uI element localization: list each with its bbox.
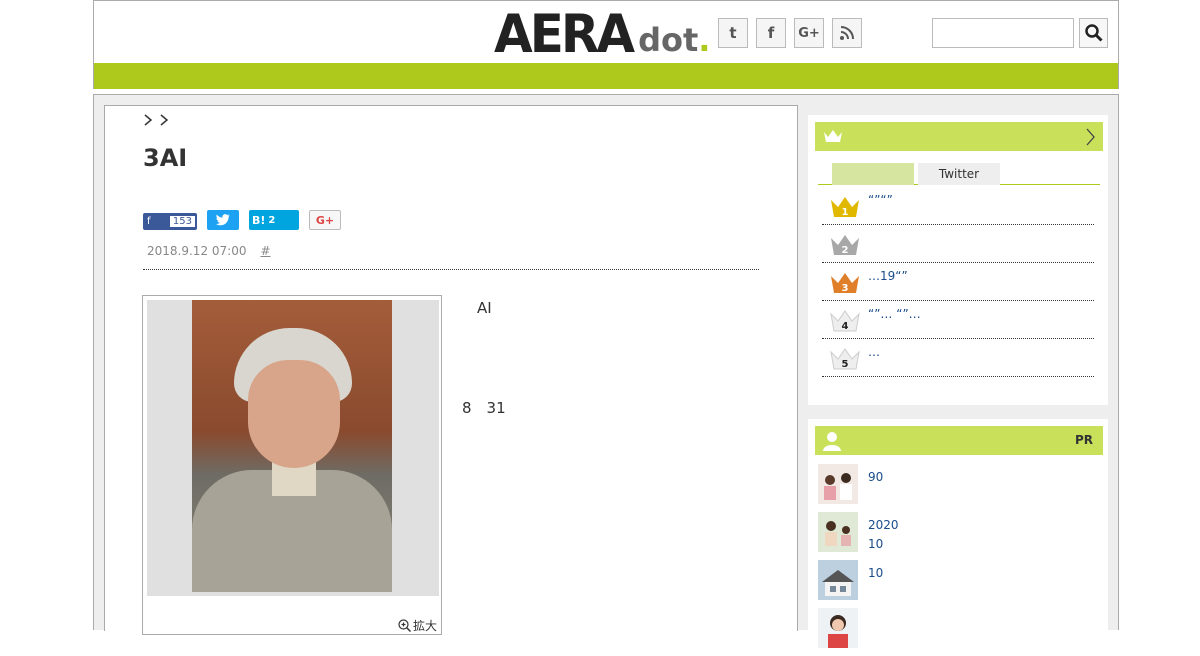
divider xyxy=(143,269,759,270)
pr-list: 90 2020 10 10 xyxy=(818,464,1098,656)
rss-glyph xyxy=(840,26,854,40)
ranking-header[interactable] xyxy=(815,122,1103,151)
pr-label: PR xyxy=(1074,433,1093,447)
pr-item-title: 90 xyxy=(868,470,884,484)
breadcrumb xyxy=(143,114,169,126)
ranking-item-title: … xyxy=(868,345,880,359)
header-social-links: t f G+ xyxy=(718,18,862,48)
crown-icon xyxy=(824,130,842,142)
pr-header: PR xyxy=(815,426,1103,455)
svg-text:4: 4 xyxy=(842,321,849,332)
publish-date: 2018.9.12 07:00 xyxy=(147,244,247,258)
ranking-item[interactable]: 5 … xyxy=(822,339,1094,377)
ranking-widget: Twitter 1 “”“” 2 3 …19“” 4 “”… “”… 5 … xyxy=(808,115,1108,405)
hatena-icon: B! xyxy=(252,213,266,227)
nav-bar xyxy=(93,63,1119,89)
share-buttons: f 153 B! 2 G+ xyxy=(143,210,341,230)
twitter-share-button[interactable] xyxy=(207,210,239,230)
article-body: AI 8 31 xyxy=(462,296,762,446)
search-button[interactable] xyxy=(1079,18,1108,48)
facebook-icon[interactable]: f xyxy=(756,18,786,48)
article-photo[interactable]: 拡大 xyxy=(142,295,442,635)
zoom-label: 拡大 xyxy=(412,619,437,633)
pr-widget: PR 90 2020 10 10 xyxy=(808,419,1108,648)
twitter-icon[interactable]: t xyxy=(718,18,748,48)
page: AERA dot. t f G+ 3AI f 153 B! 2 G+ 2018.… xyxy=(93,0,1119,648)
svg-text:5: 5 xyxy=(842,359,849,370)
article-paragraph: 8 31 xyxy=(462,399,536,417)
google-plus-share-button[interactable]: G+ xyxy=(309,210,341,230)
logo-dot-word: dot xyxy=(638,21,699,59)
pr-thumbnail xyxy=(818,560,858,600)
pr-item-title: 2020 10 xyxy=(868,518,899,551)
ranking-item-title: …19“” xyxy=(868,269,908,283)
pr-thumbnail xyxy=(818,512,858,552)
crown-outline-icon: 4 xyxy=(830,310,860,332)
photo-background xyxy=(147,300,439,596)
google-plus-icon[interactable]: G+ xyxy=(794,18,824,48)
ranking-item[interactable]: 2 xyxy=(822,225,1094,263)
logo-period: . xyxy=(698,21,711,59)
ranking-tabs: Twitter xyxy=(818,163,1100,185)
article-main: 3AI f 153 B! 2 G+ 2018.9.12 07:00 # 拡大 A… xyxy=(104,105,798,635)
search-input[interactable] xyxy=(932,18,1074,48)
pr-item[interactable]: 10 xyxy=(818,560,1098,608)
chevron-right-icon[interactable] xyxy=(159,114,169,126)
crown-outline-icon: 5 xyxy=(830,348,860,370)
svg-text:1: 1 xyxy=(842,207,849,218)
svg-text:2: 2 xyxy=(842,245,849,256)
zoom-in-icon xyxy=(398,619,411,632)
rss-icon[interactable] xyxy=(832,18,862,48)
bronze-crown-icon: 3 xyxy=(831,273,859,294)
hatena-count: 2 xyxy=(268,214,276,226)
logo-aera-text: AERA xyxy=(494,3,635,65)
site-header: AERA dot. t f G+ xyxy=(93,0,1119,63)
zoom-button[interactable]: 拡大 xyxy=(398,617,437,634)
portrait-face xyxy=(248,360,340,468)
facebook-icon: f xyxy=(147,216,151,227)
hashtag-link[interactable]: # xyxy=(260,244,270,258)
facebook-share-button[interactable]: f 153 xyxy=(143,213,197,230)
facebook-share-count: 153 xyxy=(169,216,195,227)
article-paragraph: AI xyxy=(462,299,507,317)
ranking-item[interactable]: 3 …19“” xyxy=(822,263,1094,301)
tab-ranking-twitter[interactable]: Twitter xyxy=(918,163,1000,185)
article-related-link[interactable] xyxy=(462,346,762,371)
svg-text:3: 3 xyxy=(842,283,849,294)
gold-crown-icon: 1 xyxy=(831,197,859,218)
hatena-bookmark-button[interactable]: B! 2 xyxy=(249,210,299,230)
logo-dot-text: dot. xyxy=(638,21,710,59)
chevron-right-icon[interactable] xyxy=(143,114,153,126)
pr-thumbnail xyxy=(818,608,858,648)
pr-thumbnail xyxy=(818,464,858,504)
article-title: 3AI xyxy=(143,144,188,172)
ranking-item[interactable]: 4 “”… “”… xyxy=(822,301,1094,339)
ranking-list: 1 “”“” 2 3 …19“” 4 “”… “”… 5 … xyxy=(822,187,1094,377)
aera-dot-logo[interactable]: AERA dot. xyxy=(494,3,710,65)
ranking-item-title: “”… “”… xyxy=(868,307,921,321)
pr-item[interactable] xyxy=(818,608,1098,656)
portrait-image xyxy=(192,300,392,592)
pr-item-title: 10 xyxy=(868,566,884,580)
content-frame: 3AI f 153 B! 2 G+ 2018.9.12 07:00 # 拡大 A… xyxy=(93,94,1119,648)
person-icon xyxy=(823,432,841,451)
tab-ranking-access[interactable] xyxy=(832,163,914,185)
twitter-bird-icon xyxy=(216,214,230,226)
chevron-right-icon xyxy=(1086,128,1095,146)
search-icon xyxy=(1084,24,1103,42)
article-meta: 2018.9.12 07:00 # xyxy=(147,244,271,258)
pr-item[interactable]: 2020 10 xyxy=(818,512,1098,560)
ranking-item-title: “”“” xyxy=(868,193,893,207)
silver-crown-icon: 2 xyxy=(831,235,859,256)
ranking-item[interactable]: 1 “”“” xyxy=(822,187,1094,225)
pr-item[interactable]: 90 xyxy=(818,464,1098,512)
